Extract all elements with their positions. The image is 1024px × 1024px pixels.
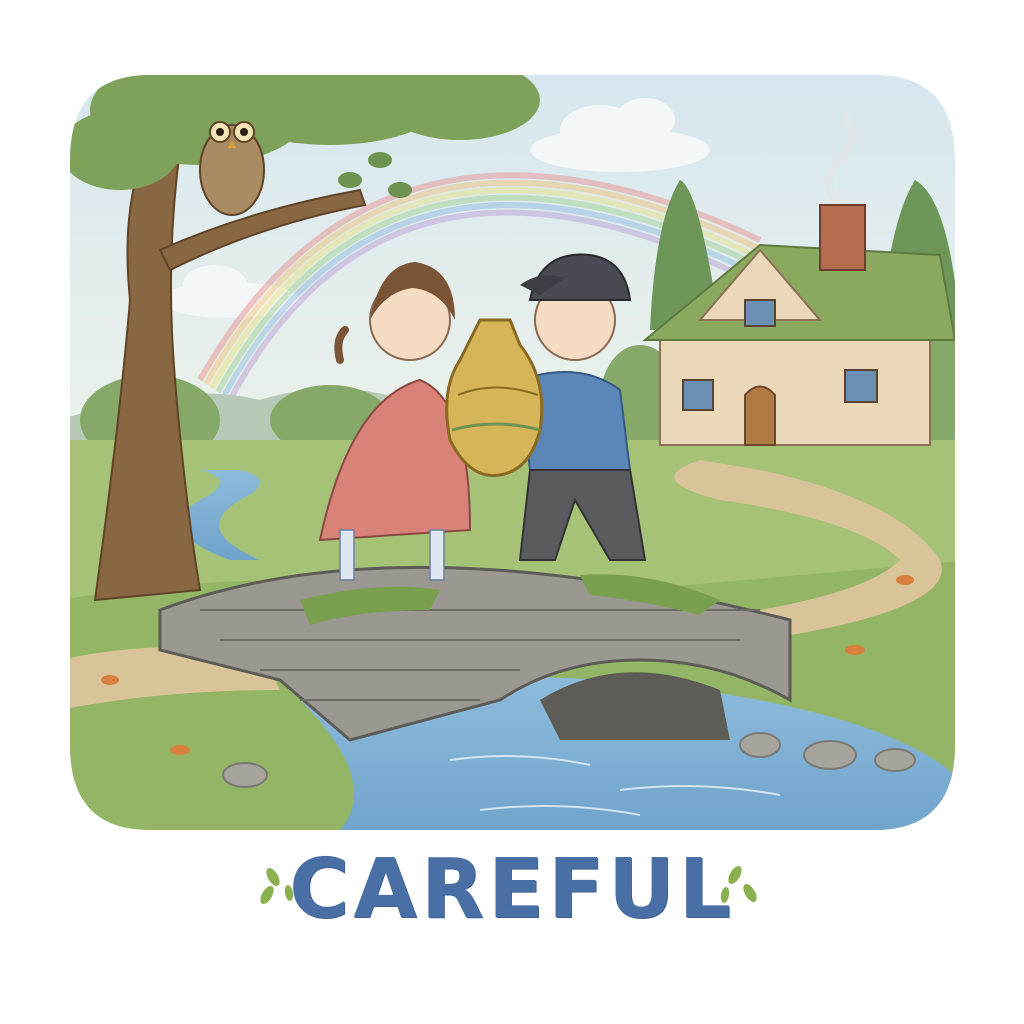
chimney — [819, 204, 866, 271]
left-leaf-sprig-icon — [260, 867, 294, 905]
caption-title: CAREFUL — [289, 842, 735, 937]
right-leaf-sprig-icon — [720, 865, 757, 903]
caption-area: CAREFUL — [0, 835, 1024, 945]
